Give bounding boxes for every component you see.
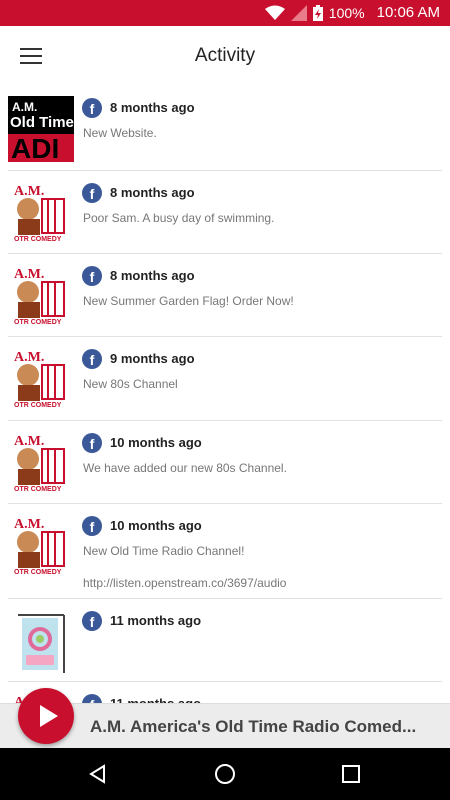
facebook-icon: f: [82, 433, 102, 453]
post-time: 11 months ago: [110, 613, 202, 628]
svg-text:OTR COMEDY: OTR COMEDY: [14, 236, 62, 243]
svg-text:ADI: ADI: [11, 133, 59, 162]
svg-text:A.M.: A.M.: [14, 184, 44, 199]
recents-icon[interactable]: [342, 765, 360, 783]
svg-text:OTR COMEDY: OTR COMEDY: [14, 319, 62, 326]
clock: 10:06 AM: [376, 4, 440, 21]
post-time: 9 months ago: [110, 351, 195, 366]
facebook-icon: f: [82, 611, 102, 631]
list-item[interactable]: A.M. OTR COMEDY f 10 months ago New Old …: [8, 504, 442, 599]
otr-comedy-logo: A.M. OTR COMEDY: [8, 514, 74, 580]
post-time: 10 months ago: [110, 518, 202, 533]
post-message: New 80s Channel: [83, 377, 178, 391]
wifi-icon: [264, 5, 285, 20]
post-message: New Old Time Radio Channel!: [83, 544, 245, 558]
post-link[interactable]: http://listen.openstream.co/3697/audio: [83, 576, 286, 590]
signal-icon: [290, 4, 307, 21]
list-item[interactable]: A.M. OTR COMEDY f 8 months ago New Summe…: [8, 254, 442, 337]
facebook-icon: f: [82, 98, 102, 118]
old-time-radio-logo: A.M. Old Time ADI: [8, 96, 74, 162]
post-time: 8 months ago: [110, 185, 195, 200]
post-time: 10 months ago: [110, 435, 202, 450]
battery-charging-icon: [312, 4, 323, 21]
list-item[interactable]: A.M. OTR COMEDY f 10 months ago We have …: [8, 421, 442, 504]
app-bar: Activity: [0, 26, 450, 86]
svg-text:A.M.: A.M.: [14, 267, 44, 282]
garden-flag-image: [8, 609, 74, 675]
page-title: Activity: [194, 45, 256, 66]
svg-text:OTR COMEDY: OTR COMEDY: [14, 486, 62, 493]
home-icon[interactable]: [214, 763, 236, 785]
post-message: New Website.: [83, 126, 157, 140]
post-time: 8 months ago: [110, 100, 195, 115]
post-message: Poor Sam. A busy day of swimming.: [83, 211, 275, 225]
activity-feed[interactable]: A.M. Old Time ADI f 8 months ago New Web…: [0, 86, 450, 720]
facebook-icon: f: [82, 266, 102, 286]
otr-comedy-logo: A.M. OTR COMEDY: [8, 264, 74, 330]
back-icon[interactable]: [88, 764, 108, 784]
otr-comedy-logo: A.M. OTR COMEDY: [8, 431, 74, 497]
svg-text:OTR COMEDY: OTR COMEDY: [14, 569, 62, 576]
svg-text:A.M.: A.M.: [14, 434, 44, 449]
otr-comedy-logo: A.M. OTR COMEDY: [8, 181, 74, 247]
svg-text:A.M.: A.M.: [14, 517, 44, 532]
post-message: We have added our new 80s Channel.: [83, 461, 287, 475]
facebook-icon: f: [82, 183, 102, 203]
svg-text:Old Time: Old Time: [10, 114, 74, 131]
post-time: 8 months ago: [110, 268, 195, 283]
svg-text:OTR COMEDY: OTR COMEDY: [14, 402, 62, 409]
list-item[interactable]: f 11 months ago: [8, 599, 442, 682]
facebook-icon: f: [82, 516, 102, 536]
svg-text:A.M.: A.M.: [14, 350, 44, 365]
list-item[interactable]: A.M. OTR COMEDY f 8 months ago Poor Sam.…: [8, 171, 442, 254]
status-icons: 100% 10:06 AM: [264, 4, 440, 21]
post-message: New Summer Garden Flag! Order Now!: [83, 294, 294, 308]
play-button[interactable]: [18, 688, 74, 744]
status-bar: 100% 10:06 AM: [0, 0, 450, 26]
play-icon: [40, 705, 58, 727]
list-item[interactable]: A.M. OTR COMEDY f 9 months ago New 80s C…: [8, 337, 442, 421]
system-nav-bar: [0, 748, 450, 800]
svg-text:A.M.: A.M.: [12, 100, 37, 114]
battery-percent: 100%: [328, 4, 365, 21]
list-item[interactable]: A.M. Old Time ADI f 8 months ago New Web…: [8, 86, 442, 171]
now-playing-title: A.M. America's Old Time Radio Comed...: [90, 717, 417, 736]
facebook-icon: f: [82, 349, 102, 369]
otr-comedy-logo: A.M. OTR COMEDY: [8, 347, 74, 413]
